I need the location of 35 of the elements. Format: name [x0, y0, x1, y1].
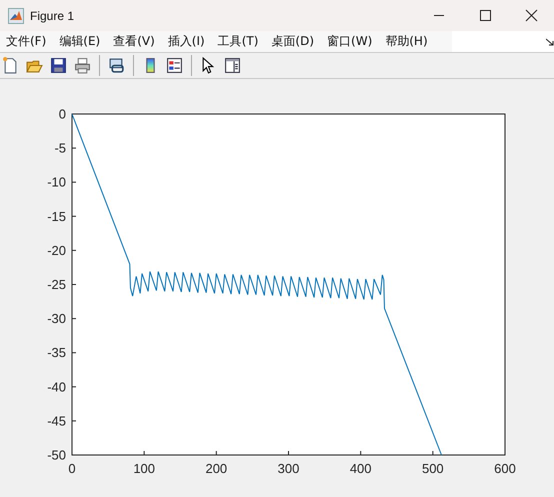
menu-item[interactable]: 窗口(W) — [321, 31, 380, 52]
tick-label: -20 — [47, 242, 66, 258]
linked-windows-icon[interactable] — [108, 57, 125, 74]
legend-icon[interactable] — [166, 57, 183, 74]
tick-label: 200 — [205, 461, 228, 476]
tick-label: 0 — [68, 461, 76, 476]
menu-item[interactable]: 编辑(E) — [53, 31, 108, 52]
menu-item[interactable]: 桌面(D) — [265, 31, 322, 52]
new-file-icon[interactable] — [2, 57, 19, 74]
menu-item[interactable]: 工具(T) — [212, 31, 266, 52]
menu-item[interactable]: 帮助(H) — [379, 31, 435, 52]
property-panel-icon[interactable] — [224, 57, 241, 74]
tick-label: 300 — [278, 461, 300, 476]
tick-label: -30 — [47, 311, 66, 326]
tick-label: 0 — [58, 106, 66, 122]
tick-label: -5 — [54, 140, 66, 156]
tick-label: -40 — [47, 379, 66, 394]
save-icon[interactable] — [50, 57, 67, 74]
printer-icon[interactable] — [74, 57, 91, 74]
menu-item[interactable]: 插入(I) — [162, 31, 212, 52]
dock-arrow-icon[interactable] — [546, 36, 554, 46]
tick-label: -15 — [47, 208, 66, 224]
window-title: Figure 1 — [30, 8, 76, 22]
tick-label: 600 — [494, 461, 516, 476]
menu-item[interactable]: 查看(V) — [107, 31, 162, 52]
tick-label: -45 — [47, 413, 66, 428]
tick-label: -25 — [47, 277, 66, 292]
tick-label: 400 — [350, 461, 372, 476]
menu-item[interactable]: 文件(F) — [0, 31, 54, 52]
tick-label: -10 — [47, 174, 66, 190]
tick-label: 500 — [422, 461, 444, 476]
tick-label: -50 — [47, 448, 66, 462]
app-icon — [8, 8, 24, 24]
tick-label: 100 — [133, 461, 156, 476]
tick-label: -35 — [47, 345, 66, 360]
